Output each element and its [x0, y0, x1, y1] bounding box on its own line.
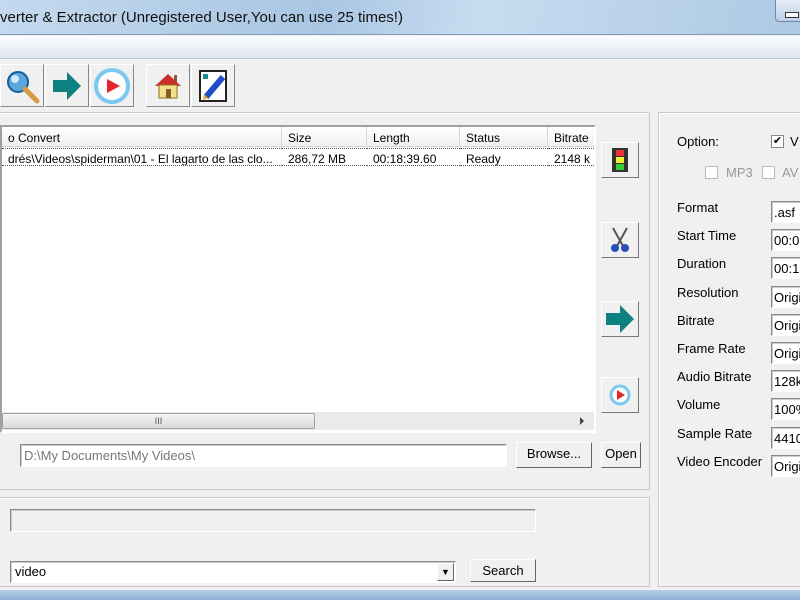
start-time-input[interactable]: 00:0	[771, 229, 800, 252]
search-combo-value: video	[15, 564, 47, 579]
file-list[interactable]: o Convert Size Length Status Bitrate dré…	[0, 125, 596, 433]
duration-input[interactable]: 00:1	[771, 257, 800, 280]
cell-size: 286,72 MB	[282, 148, 367, 166]
mp3-checkbox[interactable]	[705, 166, 718, 179]
column-header-file[interactable]: o Convert	[2, 127, 282, 147]
video-checkbox[interactable]: ✔	[771, 135, 784, 148]
scissors-icon	[611, 227, 629, 252]
film-icon	[612, 148, 628, 172]
arrow-right-icon	[606, 305, 634, 333]
av-label: AV	[782, 165, 799, 180]
edit-button[interactable]	[191, 64, 235, 107]
output-path-input[interactable]: D:\My Documents\My Videos\	[20, 444, 507, 467]
home-icon	[155, 73, 181, 98]
window-title: verter & Extractor (Unregistered User,Yo…	[0, 9, 403, 26]
column-header-bitrate[interactable]: Bitrate	[548, 127, 594, 147]
sample-rate-input[interactable]: 4410	[771, 426, 800, 449]
arrow-right-icon	[53, 71, 81, 100]
play-icon	[94, 67, 130, 104]
start-convert-button[interactable]	[601, 301, 639, 337]
search-button[interactable]: Search	[470, 559, 536, 582]
resolution-label: Resolution	[677, 284, 739, 300]
minimize-button[interactable]	[775, 0, 800, 22]
volume-input[interactable]: 100%	[771, 398, 800, 421]
resolution-input[interactable]: Origi	[771, 285, 800, 308]
cell-file: drés\Videos\spiderman\01 - El lagarto de…	[2, 148, 282, 166]
volume-label: Volume	[677, 397, 721, 413]
format-label: Format	[677, 200, 719, 215]
preview-button[interactable]	[601, 377, 639, 413]
bitrate-input[interactable]: Origi	[771, 313, 800, 336]
home-button[interactable]	[146, 64, 190, 107]
video-encoder-input[interactable]: Origi	[771, 454, 800, 477]
duration-label: Duration	[677, 256, 727, 272]
video-info-button[interactable]	[601, 142, 639, 178]
magnifier-icon	[7, 70, 40, 103]
horizontal-scrollbar[interactable]: III	[2, 412, 594, 430]
audio-bitrate-input[interactable]: 128k	[771, 370, 800, 393]
open-button[interactable]: Open	[601, 442, 641, 468]
audio-bitrate-label: Audio Bitrate	[677, 369, 752, 385]
table-row[interactable]: drés\Videos\spiderman\01 - El lagarto de…	[2, 148, 594, 166]
cell-status: Ready	[460, 148, 548, 166]
column-header-length[interactable]: Length	[367, 127, 460, 147]
progress-bar	[10, 509, 536, 532]
play-icon	[609, 384, 631, 406]
convert-button[interactable]	[45, 64, 89, 107]
start-time-label: Start Time	[677, 228, 737, 244]
edit-icon	[199, 69, 227, 102]
cell-length: 00:18:39.60	[367, 148, 460, 166]
scroll-right-icon[interactable]	[580, 417, 584, 425]
search-combo[interactable]: video ▼	[10, 561, 456, 583]
cut-button[interactable]	[601, 222, 639, 258]
format-input[interactable]: .asf	[771, 201, 800, 223]
menu-bar	[0, 36, 800, 59]
taskbar	[0, 590, 800, 600]
video-encoder-label: Video Encoder	[677, 453, 763, 469]
video-check-label: V	[790, 134, 799, 149]
browse-button[interactable]: Browse...	[516, 442, 592, 468]
bitrate-label: Bitrate	[677, 312, 715, 328]
frame-rate-input[interactable]: Origi	[771, 342, 800, 364]
scrollbar-thumb[interactable]: III	[2, 413, 315, 429]
cell-bitrate: 2148 k	[548, 148, 594, 166]
column-header-status[interactable]: Status	[460, 127, 548, 147]
option-label: Option:	[677, 134, 719, 149]
chevron-down-icon[interactable]: ▼	[437, 563, 454, 581]
play-button[interactable]	[90, 64, 134, 107]
column-header-size[interactable]: Size	[282, 127, 367, 147]
search-files-button[interactable]	[0, 64, 44, 107]
sample-rate-label: Sample Rate	[677, 425, 753, 441]
mp3-label: MP3	[726, 165, 753, 180]
frame-rate-label: Frame Rate	[677, 341, 746, 356]
av-checkbox[interactable]	[762, 166, 775, 179]
title-bar: verter & Extractor (Unregistered User,Yo…	[0, 0, 800, 35]
